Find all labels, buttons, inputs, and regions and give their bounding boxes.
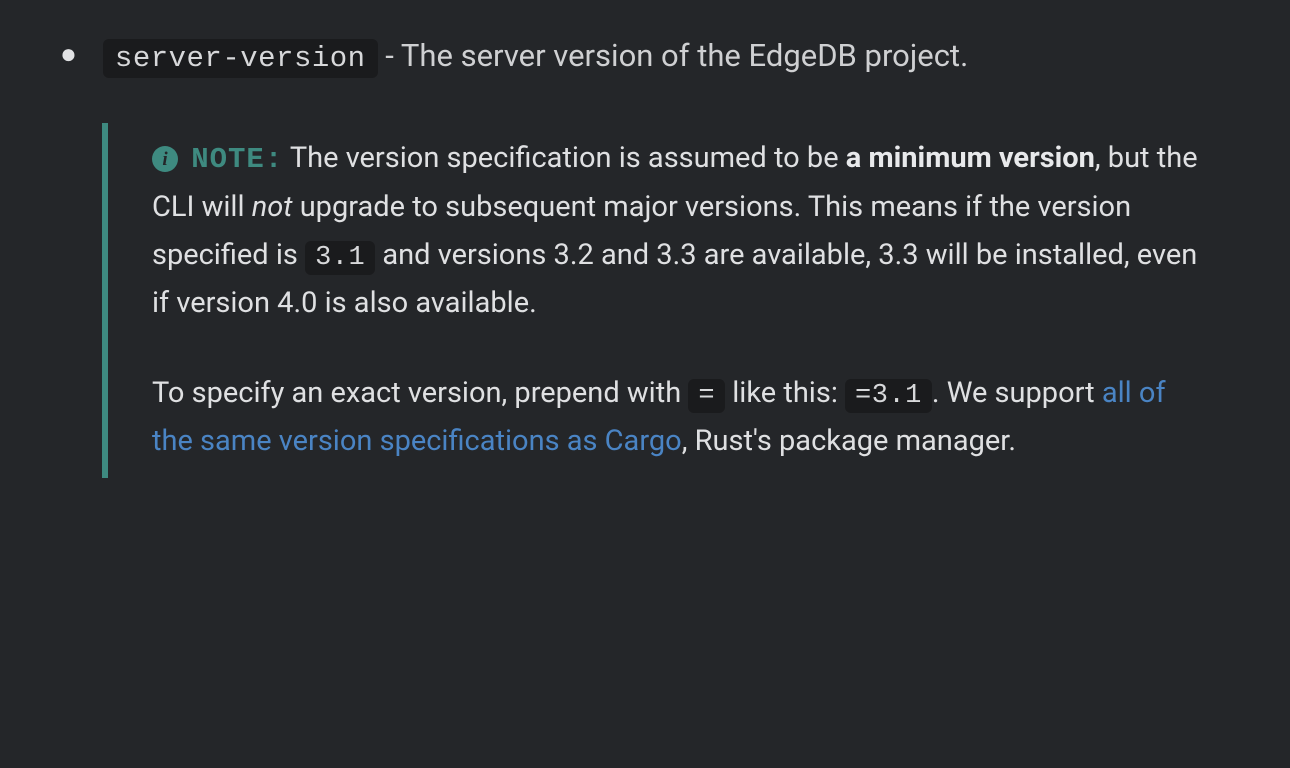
note-text: To specify an exact version, prepend wit…	[152, 376, 688, 410]
note-text: The version specification is assumed to …	[283, 141, 846, 175]
note-em: not	[252, 190, 293, 224]
note-label: NOTE:	[191, 143, 283, 176]
code-equals: =	[688, 379, 725, 413]
list-item-content: server-version - The server version of t…	[103, 30, 1254, 83]
note-text: , Rust's package manager.	[682, 424, 1016, 458]
code-version-31: 3.1	[305, 241, 375, 275]
note-text: like this:	[725, 376, 845, 410]
list-item: ● server-version - The server version of…	[36, 30, 1254, 83]
bullet-marker: ●	[60, 30, 77, 78]
code-server-version: server-version	[103, 39, 378, 78]
note-paragraph-1: i NOTE: The version specification is ass…	[152, 135, 1210, 328]
code-equals-31: =3.1	[845, 379, 932, 413]
note-paragraph-2: To specify an exact version, prepend wit…	[152, 370, 1210, 466]
doc-list: ● server-version - The server version of…	[36, 30, 1254, 83]
note-text: . We support	[932, 376, 1102, 410]
note-bold: a minimum version	[846, 141, 1095, 175]
info-icon: i	[152, 146, 178, 172]
list-item-desc: - The server version of the EdgeDB proje…	[378, 37, 969, 74]
note-callout: i NOTE: The version specification is ass…	[102, 123, 1254, 478]
